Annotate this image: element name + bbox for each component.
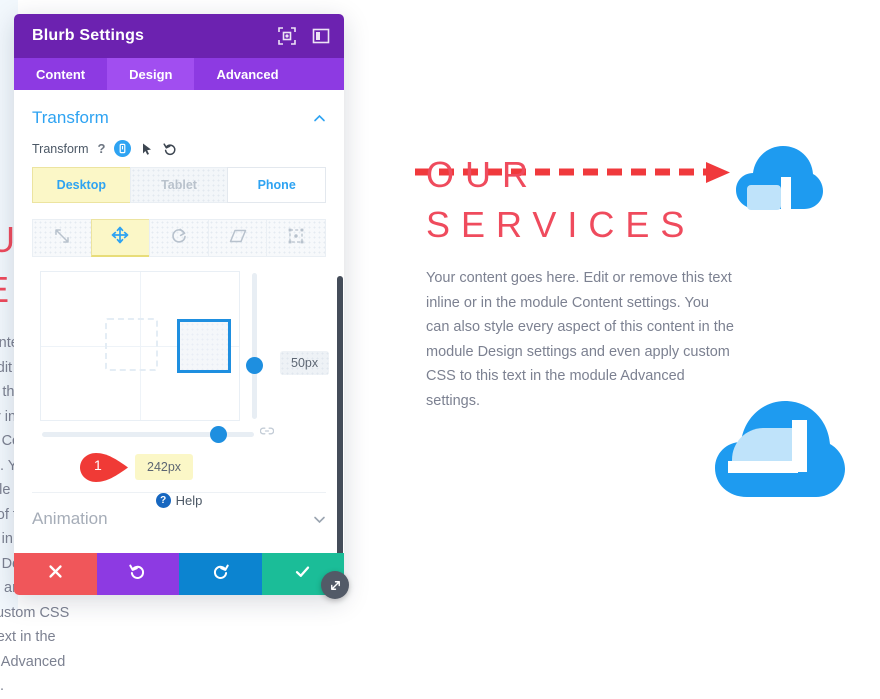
device-tab-phone[interactable]: Phone <box>227 167 327 203</box>
chevron-up-icon[interactable] <box>313 112 326 125</box>
transform-mode-row <box>32 219 326 257</box>
page-heading: OUR SERVICES <box>426 150 736 250</box>
scale-mode-button[interactable] <box>32 219 92 257</box>
device-tab-desktop[interactable]: Desktop <box>32 167 131 203</box>
help-label: Help <box>175 492 203 508</box>
cursor-icon[interactable] <box>140 142 154 156</box>
modal-body: Transform Transform ? Desktop Tablet Pho… <box>14 90 344 553</box>
help-question-icon[interactable]: ? <box>98 141 106 156</box>
modal-scrollbar-thumb[interactable] <box>337 276 343 553</box>
cloud-glyph-top <box>736 146 823 210</box>
page-body-text: Your content goes here. Edit or remove t… <box>426 270 734 409</box>
redo-icon <box>212 563 229 585</box>
redo-button[interactable] <box>179 553 262 595</box>
modal-header: Blurb Settings <box>14 14 344 58</box>
undo-icon <box>129 563 146 585</box>
origin-icon <box>287 227 305 250</box>
modal-tabbar: Content Design Advanced <box>14 58 344 90</box>
callout-pin-icon <box>80 453 128 482</box>
transform-field-row: Transform ? <box>32 130 326 163</box>
scale-icon <box>53 227 71 250</box>
transform-section-title: Transform <box>32 108 109 127</box>
link-icon[interactable] <box>259 426 275 439</box>
modal-title: Blurb Settings <box>32 27 145 44</box>
transform-field-label: Transform <box>32 141 89 156</box>
callout-pin-number: 1 <box>94 457 102 473</box>
horizontal-value-tooltip: 242px <box>135 454 194 480</box>
cloud-icon-top <box>735 143 823 215</box>
transform-canvas-area: 50px 1 242px <box>32 271 330 482</box>
device-tabs: Desktop Tablet Phone <box>32 167 327 203</box>
transform-section: Transform Transform ? Desktop Tablet Pho… <box>14 90 344 493</box>
device-tab-tablet[interactable]: Tablet <box>129 167 229 203</box>
transform-preview-box[interactable] <box>177 319 231 373</box>
vertical-value-tooltip: 50px <box>280 351 330 375</box>
vertical-slider-thumb[interactable] <box>246 357 263 374</box>
undo-button[interactable] <box>96 553 179 595</box>
origin-mode-button[interactable] <box>266 219 326 257</box>
modal-scrollbar-track[interactable] <box>336 90 344 553</box>
animation-section-title: Animation <box>32 509 108 528</box>
callout-pin: 1 <box>76 451 132 484</box>
horizontal-slider-thumb[interactable] <box>210 426 227 443</box>
check-icon <box>294 563 311 585</box>
close-icon <box>47 563 64 585</box>
tab-advanced[interactable]: Advanced <box>194 58 300 90</box>
transform-origin-box <box>105 318 158 371</box>
cloud-icon-bottom <box>714 398 845 505</box>
page-content-column: OUR SERVICES Your content goes here. Edi… <box>426 150 736 413</box>
transform-canvas[interactable] <box>40 271 240 421</box>
blurb-settings-modal: Blurb Settings Content Design Advanced T… <box>14 14 344 595</box>
skew-mode-button[interactable] <box>207 219 268 257</box>
chevron-down-icon[interactable] <box>313 513 326 526</box>
modal-header-actions <box>278 27 330 45</box>
focus-icon[interactable] <box>278 27 296 45</box>
tab-design[interactable]: Design <box>107 58 195 90</box>
device-icon[interactable] <box>114 140 132 157</box>
help-row[interactable]: ? Help <box>14 489 344 511</box>
layout-icon[interactable] <box>312 27 330 45</box>
rotate-mode-button[interactable] <box>149 219 209 257</box>
rotate-icon <box>170 227 188 250</box>
reset-icon[interactable] <box>163 142 177 156</box>
translate-mode-button[interactable] <box>90 219 151 257</box>
vertical-slider-track[interactable] <box>252 273 257 419</box>
cloud-glyph-bottom <box>715 401 845 497</box>
modal-footer <box>14 553 344 595</box>
page-heading-line2: SERVICES <box>426 204 696 245</box>
page-heading-line1: OUR <box>426 154 539 195</box>
resize-handle-icon[interactable] <box>321 571 349 599</box>
translate-icon <box>111 226 129 249</box>
help-badge-icon: ? <box>155 492 171 508</box>
transform-section-header[interactable]: Transform <box>32 90 326 130</box>
skew-icon <box>229 227 247 250</box>
cancel-button[interactable] <box>14 553 97 595</box>
tab-content[interactable]: Content <box>14 58 107 90</box>
